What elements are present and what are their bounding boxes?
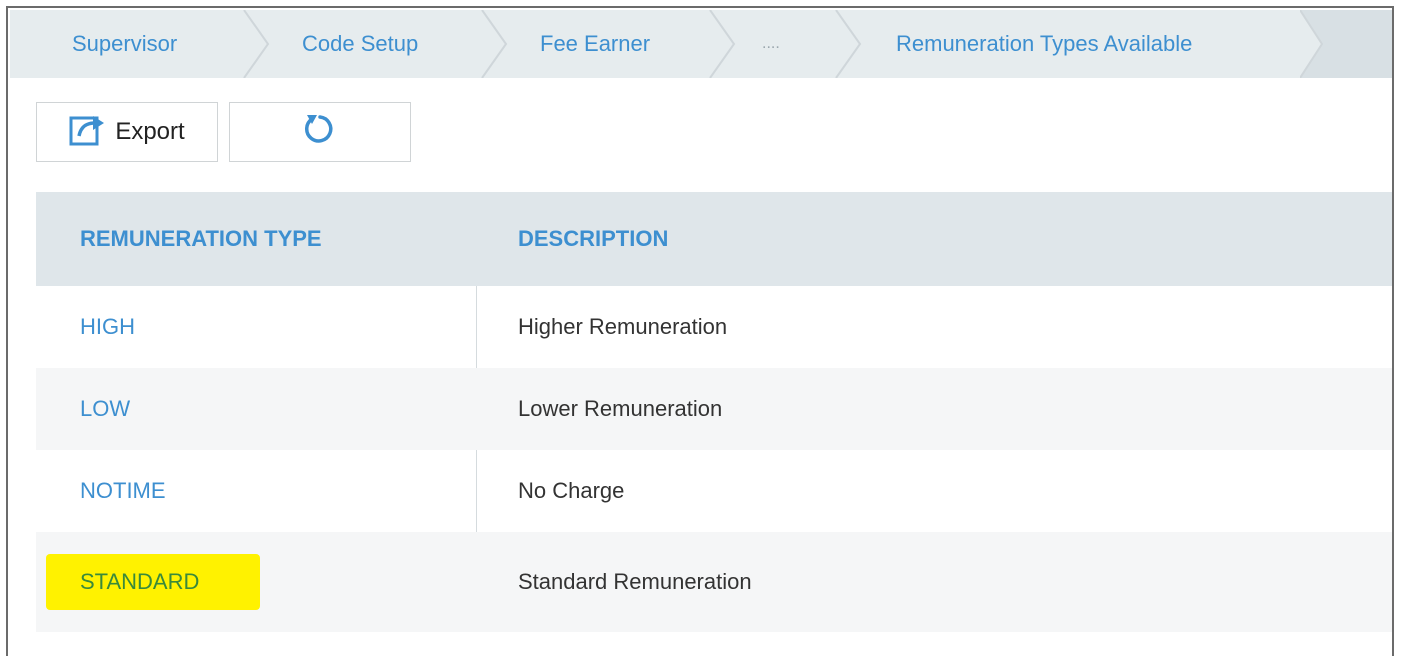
breadcrumb-item-fee-earner[interactable]: Fee Earner [540,10,650,78]
table-row[interactable]: HIGH Higher Remuneration [36,286,1392,368]
remuneration-type-link[interactable]: STANDARD [80,532,199,632]
breadcrumb-separator-icon [481,10,508,78]
description-cell: Standard Remuneration [518,569,752,594]
remuneration-type-link[interactable]: LOW [80,368,130,450]
remuneration-type-link[interactable]: HIGH [80,286,135,368]
export-button[interactable]: Export [36,102,218,162]
description-cell: No Charge [518,478,625,503]
breadcrumb-separator-icon [709,10,736,78]
breadcrumb-end-arrow [1300,10,1392,78]
refresh-icon [303,112,337,153]
table-row[interactable]: STANDARD Standard Remuneration [36,532,1392,632]
breadcrumb-item-remuneration-types-available[interactable]: Remuneration Types Available [896,10,1192,78]
breadcrumb-item-supervisor[interactable]: Supervisor [72,10,177,78]
breadcrumb-separator-icon [835,10,862,78]
description-cell: Lower Remuneration [518,396,723,421]
breadcrumb-item-code-setup[interactable]: Code Setup [302,10,418,78]
breadcrumb-item-ellipsis[interactable]: .... [762,10,780,78]
breadcrumb-separator-icon [243,10,270,78]
description-cell: Higher Remuneration [518,314,728,339]
export-icon [69,112,107,153]
column-header-description[interactable]: DESCRIPTION [518,192,668,286]
breadcrumb: Supervisor Code Setup Fee Earner .... Re… [10,10,1392,78]
table-row[interactable]: LOW Lower Remuneration [36,368,1392,450]
column-header-remuneration-type[interactable]: REMUNERATION TYPE [80,192,322,286]
remuneration-types-table: REMUNERATION TYPE DESCRIPTION HIGH Highe… [36,192,1392,632]
export-label: Export [115,118,185,145]
table-header: REMUNERATION TYPE DESCRIPTION [36,192,1392,286]
app-window: Supervisor Code Setup Fee Earner .... Re… [6,6,1394,656]
table-row[interactable]: NOTIME No Charge [36,450,1392,532]
remuneration-type-link[interactable]: NOTIME [80,450,166,532]
refresh-button[interactable] [229,102,411,162]
